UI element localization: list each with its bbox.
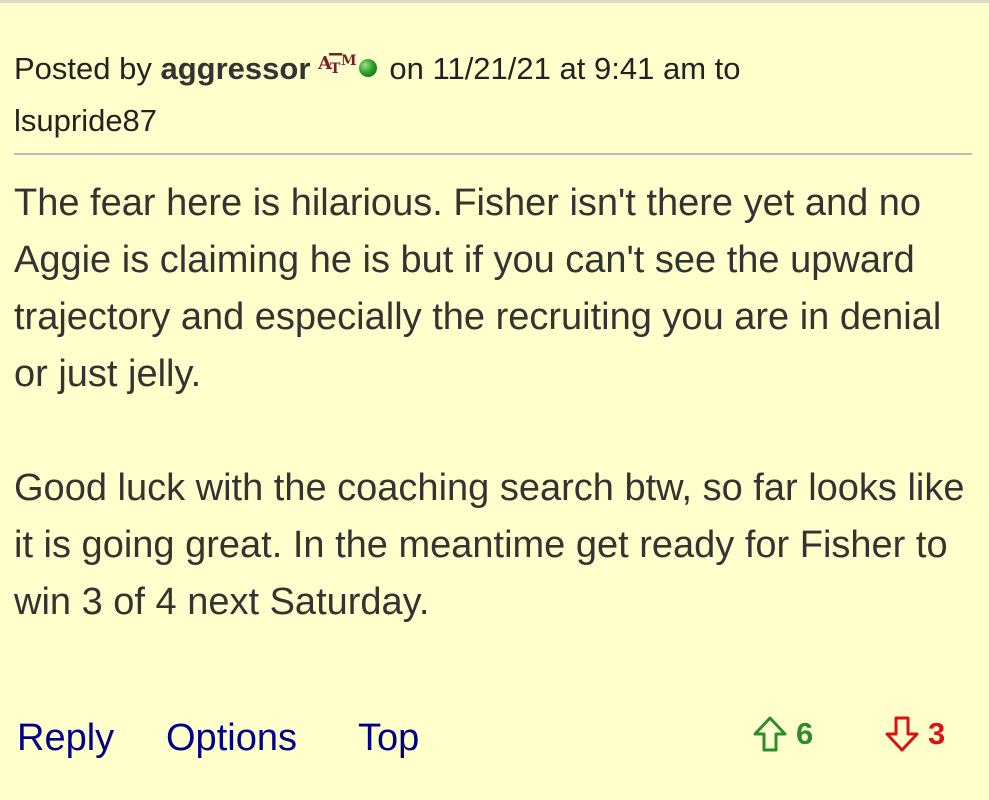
to-label: to bbox=[714, 51, 741, 86]
post-paragraph: Good luck with the coaching search btw, … bbox=[14, 467, 965, 623]
options-link[interactable]: Options bbox=[166, 712, 297, 764]
author-username[interactable]: aggressor bbox=[161, 51, 311, 86]
posted-by-label: Posted by bbox=[14, 51, 152, 86]
top-border bbox=[0, 0, 989, 3]
downvote-button[interactable]: 3 bbox=[884, 712, 945, 756]
post-date: 11/21/21 bbox=[432, 51, 551, 86]
at-label: at bbox=[559, 51, 586, 86]
online-status-icon bbox=[359, 58, 378, 77]
post-paragraph: The fear here is hilarious. Fisher isn't… bbox=[14, 182, 942, 395]
svg-text:M: M bbox=[341, 53, 356, 69]
svg-text:T: T bbox=[330, 61, 341, 75]
downvote-count: 3 bbox=[928, 716, 946, 751]
on-label: on bbox=[389, 51, 424, 86]
team-logo-icon: ATM bbox=[317, 40, 357, 90]
top-link[interactable]: Top bbox=[358, 712, 419, 764]
upvote-count: 6 bbox=[796, 716, 814, 751]
reply-to-username[interactable]: lsupride87 bbox=[14, 103, 157, 138]
header-divider bbox=[14, 153, 972, 155]
arrow-down-outline-icon bbox=[884, 715, 920, 753]
upvote-button[interactable]: 6 bbox=[752, 712, 813, 756]
post-body: The fear here is hilarious. Fisher isn't… bbox=[14, 175, 979, 631]
post-header: Posted by aggressor A T Mon 11/21/21 at 9:4… bbox=[14, 44, 974, 146]
post-time: 9:41 am bbox=[594, 51, 707, 86]
reply-link[interactable]: Reply bbox=[17, 712, 114, 764]
arrow-up-outline-icon bbox=[752, 715, 788, 753]
